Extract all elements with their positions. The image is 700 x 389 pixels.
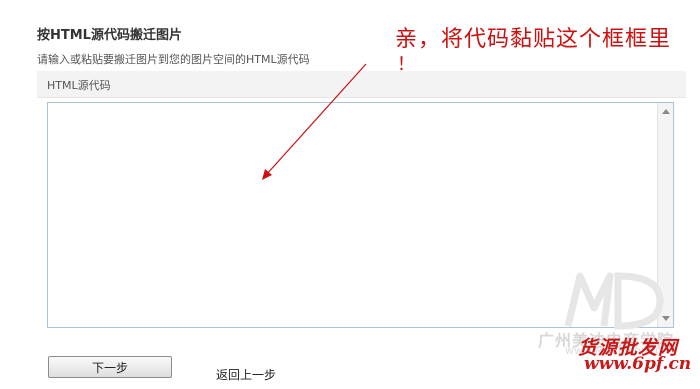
stamp-url: www.6pf.cn: [584, 354, 692, 374]
code-section-label: HTML源代码: [47, 79, 111, 92]
next-step-button[interactable]: 下一步: [48, 356, 172, 378]
page-instructions: 请输入或粘贴要搬迁图片到您的图片空间的HTML源代码: [37, 53, 310, 66]
page-title: 按HTML源代码搬迁图片: [37, 28, 182, 43]
md-logo-icon: [564, 272, 664, 330]
back-link[interactable]: 返回上一步: [216, 366, 276, 383]
annotation-exclamation: ！: [397, 54, 415, 75]
annotation-text: 亲，将代码黏贴这个框框里: [395, 27, 672, 52]
code-section-header: HTML源代码: [37, 71, 686, 98]
scroll-up-icon[interactable]: [662, 109, 670, 114]
